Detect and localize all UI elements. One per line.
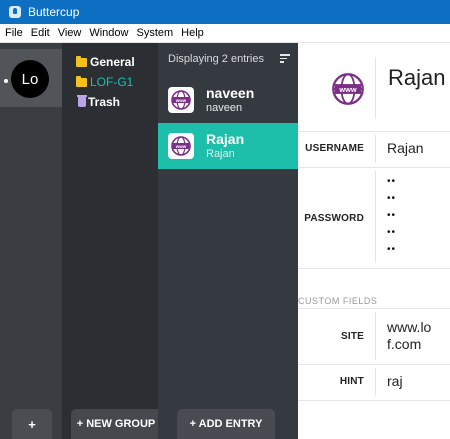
divider <box>298 308 450 309</box>
menu-file[interactable]: File <box>5 27 23 39</box>
globe-icon: www <box>330 71 366 107</box>
username-label: USERNAME <box>305 143 364 154</box>
trash-icon <box>77 95 87 107</box>
divider <box>298 268 450 269</box>
group-label: Trash <box>88 95 121 109</box>
password-dot-row: •• <box>387 193 397 204</box>
password-dot-row: •• <box>387 227 397 238</box>
title-bar: Buttercup <box>0 0 450 24</box>
title-divider <box>375 57 376 119</box>
sort-icon[interactable] <box>280 54 290 63</box>
entry-details: www Rajan USERNAME Rajan PASSWORD •• •• … <box>298 43 450 439</box>
entry-item-naveen[interactable]: www naveen naveen <box>158 77 298 123</box>
entry-title-heading: Rajan <box>388 65 446 90</box>
globe-icon: www <box>168 133 194 159</box>
password-dot-row: •• <box>387 210 397 221</box>
globe-icon: www <box>168 87 194 113</box>
entry-title: Rajan <box>206 131 245 147</box>
archive-avatar: Lo <box>11 60 49 98</box>
divider <box>298 131 450 132</box>
menu-window[interactable]: Window <box>89 27 128 39</box>
svg-text:www: www <box>175 98 187 103</box>
password-value[interactable]: •• •• •• •• •• <box>387 173 407 258</box>
add-archive-button[interactable]: + <box>12 409 52 439</box>
hint-value[interactable]: raj <box>387 373 403 389</box>
hint-label: HINT <box>339 376 364 387</box>
groups-sidebar: General LOF-G1 Trash + NEW GROUP <box>62 43 161 439</box>
entry-subtitle: Rajan <box>206 148 235 160</box>
svg-text:www: www <box>175 144 187 149</box>
menu-edit[interactable]: Edit <box>31 27 50 39</box>
divider <box>298 400 450 401</box>
folder-icon <box>76 75 87 87</box>
new-group-button[interactable]: + NEW GROUP <box>71 409 161 439</box>
window-title: Buttercup <box>28 5 80 19</box>
archives-sidebar: Lo + <box>0 43 62 439</box>
app-logo-icon <box>9 6 21 18</box>
entry-subtitle: naveen <box>206 102 243 114</box>
site-value-line1[interactable]: www.lo <box>387 319 431 335</box>
add-entry-button[interactable]: + ADD ENTRY <box>177 409 275 439</box>
menu-view[interactable]: View <box>58 27 82 39</box>
field-divider <box>375 312 376 360</box>
entry-item-rajan[interactable]: www Rajan Rajan <box>158 123 298 169</box>
menu-bar: File Edit View Window System Help <box>0 24 450 43</box>
folder-icon <box>76 55 87 67</box>
divider <box>298 167 450 168</box>
group-label: LOF-G1 <box>90 75 134 89</box>
entries-count: Displaying 2 entries <box>168 52 264 65</box>
password-dot-row: •• <box>387 244 397 255</box>
password-label: PASSWORD <box>304 213 364 224</box>
site-label: SITE <box>340 331 364 342</box>
buttercup-window: Buttercup File Edit View Window System H… <box>0 0 450 439</box>
password-dot-row: •• <box>387 176 397 187</box>
menu-help[interactable]: Help <box>181 27 204 39</box>
group-item-lof-g1[interactable]: LOF-G1 <box>76 73 133 91</box>
svg-text:www: www <box>338 85 356 94</box>
group-item-trash[interactable]: Trash <box>76 93 120 111</box>
site-value-line2[interactable]: f.com <box>387 336 421 352</box>
group-item-general[interactable]: General <box>76 53 135 71</box>
active-indicator <box>4 79 8 83</box>
field-divider <box>375 171 376 263</box>
custom-fields-heading: CUSTOM FIELDS <box>298 296 378 306</box>
menu-system[interactable]: System <box>136 27 173 39</box>
entries-list: Displaying 2 entries www naveen naveen w… <box>158 43 298 439</box>
entry-title: naveen <box>206 85 255 101</box>
field-divider <box>375 135 376 163</box>
username-value[interactable]: Rajan <box>387 140 424 156</box>
field-divider <box>375 368 376 396</box>
divider <box>298 364 450 365</box>
group-label: General <box>90 55 135 69</box>
archive-item[interactable]: Lo <box>0 49 62 107</box>
